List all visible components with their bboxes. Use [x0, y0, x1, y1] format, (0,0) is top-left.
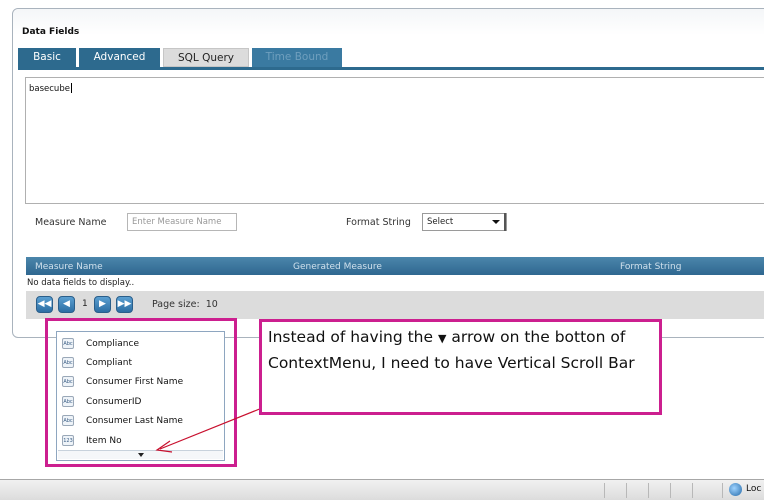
sql-query-text: basecube — [29, 84, 70, 94]
context-menu-item[interactable]: Abc ConsumerID — [62, 394, 222, 410]
grid-empty-message: No data fields to display.. — [27, 278, 135, 288]
format-string-select[interactable]: Select — [422, 213, 507, 231]
page-size-label: Page size: — [152, 299, 200, 310]
text-field-icon: Abc — [62, 396, 74, 407]
context-menu-item-label: Item No — [86, 436, 122, 446]
select-separator — [504, 213, 506, 231]
current-page-number[interactable]: 1 — [82, 299, 88, 309]
status-divider — [604, 483, 605, 498]
status-divider — [648, 483, 649, 498]
context-menu-item[interactable]: Abc Consumer Last Name — [62, 413, 222, 429]
column-header-measure-name[interactable]: Measure Name — [35, 262, 103, 272]
format-string-label: Format String — [346, 217, 411, 228]
text-caret — [70, 83, 72, 93]
column-header-generated-measure[interactable]: Generated Measure — [293, 262, 382, 272]
annotation-text-part: Instead of having the — [268, 328, 438, 346]
context-menu-item[interactable]: Abc Compliance — [62, 336, 222, 352]
sql-query-editor[interactable]: basecube — [25, 77, 764, 204]
last-page-button[interactable]: ▶▶ — [116, 296, 133, 313]
grid-header: Measure Name Generated Measure Format St… — [26, 257, 764, 275]
annotation-text: Instead of having the ▼ arrow on the bot… — [268, 325, 660, 375]
context-menu-item[interactable]: Abc Consumer First Name — [62, 374, 222, 390]
column-header-format-string[interactable]: Format String — [620, 262, 681, 272]
context-menu-scroll-down[interactable] — [58, 450, 223, 459]
context-menu-item[interactable]: Abc Compliant — [62, 355, 222, 371]
panel-header-gradient — [13, 9, 764, 35]
first-page-button[interactable]: ◀◀ — [36, 296, 53, 313]
prev-page-button[interactable]: ◀ — [58, 296, 75, 313]
format-string-value: Select — [427, 217, 454, 227]
context-menu-item[interactable]: 123 Item No — [62, 433, 222, 449]
next-page-icon: ▶ — [99, 299, 106, 309]
prev-page-icon: ◀ — [63, 299, 70, 309]
text-field-icon: Abc — [62, 376, 74, 387]
number-field-icon: 123 — [62, 435, 74, 446]
status-divider — [722, 483, 723, 498]
context-menu: Abc Compliance Abc Compliant Abc Consumer F… — [56, 331, 225, 461]
text-field-icon: Abc — [62, 338, 74, 349]
page-size-value[interactable]: 10 — [206, 299, 218, 310]
security-zone-text: Loc — [746, 484, 762, 494]
text-field-icon: Abc — [62, 357, 74, 368]
tab-basic[interactable]: Basic — [18, 48, 76, 67]
context-menu-item-label: ConsumerID — [86, 397, 142, 407]
status-divider — [692, 483, 693, 498]
tab-underline — [18, 67, 764, 70]
page-size-control: Page size: 10 — [152, 299, 218, 310]
tab-time-bound[interactable]: Time Bound — [252, 48, 342, 67]
chevron-down-icon — [492, 220, 500, 224]
context-menu-item-label: Consumer First Name — [86, 377, 184, 387]
tab-advanced[interactable]: Advanced — [79, 48, 160, 67]
context-menu-item-label: Compliance — [86, 339, 139, 349]
context-menu-item-label: Consumer Last Name — [86, 416, 183, 426]
tab-sql-query[interactable]: SQL Query — [163, 48, 249, 67]
status-divider — [626, 483, 627, 498]
text-field-icon: Abc — [62, 415, 74, 426]
last-page-icon: ▶▶ — [117, 299, 132, 309]
globe-icon — [729, 483, 742, 496]
scroll-down-arrow-icon — [138, 453, 144, 457]
context-menu-item-label: Compliant — [86, 358, 133, 368]
first-page-icon: ◀◀ — [37, 299, 52, 309]
annotation-callout: Instead of having the ▼ arrow on the bot… — [259, 319, 662, 415]
grid-pager: ◀◀ ◀ 1 ▶ ▶▶ Page size: 10 — [26, 291, 764, 319]
panel-title: Data Fields — [22, 27, 80, 37]
measure-name-label: Measure Name — [35, 217, 107, 228]
measure-name-input[interactable]: Enter Measure Name — [127, 213, 237, 231]
browser-status-bar: Loc — [0, 479, 764, 500]
status-divider — [670, 483, 671, 498]
next-page-button[interactable]: ▶ — [94, 296, 111, 313]
